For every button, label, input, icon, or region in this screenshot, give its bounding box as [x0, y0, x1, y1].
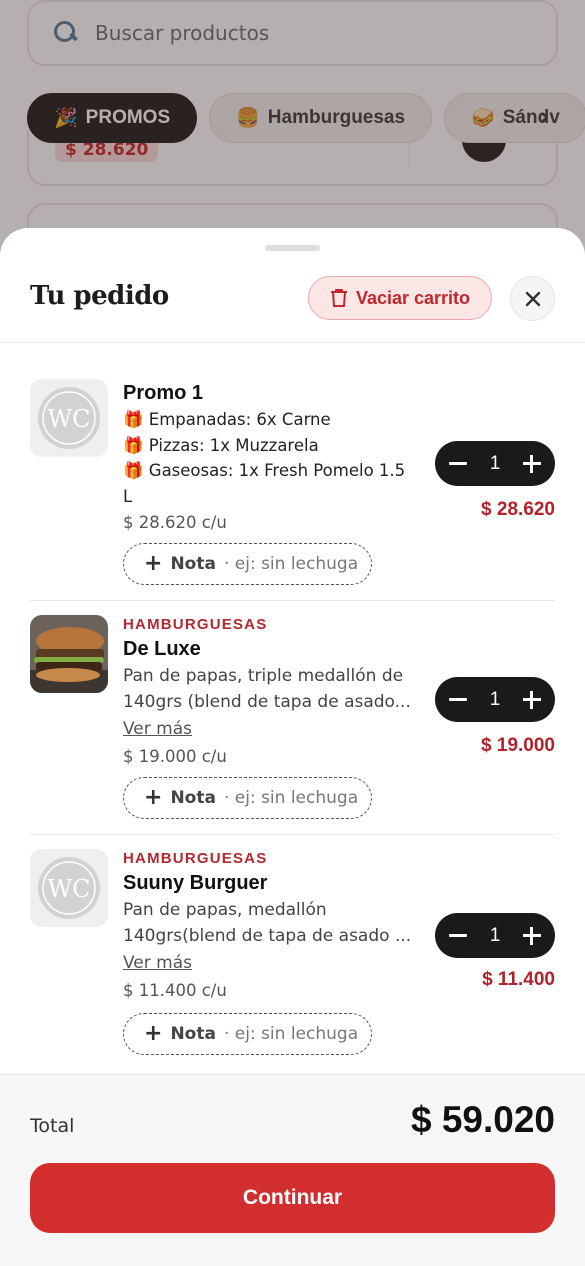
description-line: 140grs (blend de tapa de asado... [123, 692, 411, 712]
plus-icon: + [144, 1021, 163, 1046]
quantity-value: 1 [489, 924, 501, 946]
note-label: Nota [170, 554, 216, 574]
minus-icon[interactable] [449, 698, 467, 701]
item-thumbnail: WC [30, 849, 108, 927]
quantity-value: 1 [489, 688, 501, 710]
plus-icon: + [144, 551, 163, 576]
note-label: Nota [170, 1024, 216, 1044]
item-category: HAMBURGUESAS [123, 850, 268, 867]
trash-icon [330, 289, 347, 307]
item-category: HAMBURGUESAS [123, 616, 268, 633]
item-name: Promo 1 [123, 382, 204, 404]
item-subtotal: $ 11.400 [482, 969, 555, 990]
svg-text:WC: WC [47, 875, 90, 903]
see-more-link[interactable]: Ver más [123, 949, 423, 977]
note-hint: · ej: sin lechuga [223, 788, 359, 808]
plus-icon[interactable] [522, 454, 541, 473]
promo-line: 🎁 Pizzas: 1x Muzzarela [123, 435, 319, 455]
svg-text:WC: WC [47, 405, 90, 433]
cart-item: WC Promo 1 🎁 Empanadas: 6x Carne 🎁 Pizza… [30, 343, 555, 601]
drag-handle[interactable] [265, 245, 320, 251]
minus-icon[interactable] [449, 462, 467, 465]
description-line: Pan de papas, triple medallón de [123, 666, 404, 686]
cart-sheet: Tu pedido Vaciar carrito WC Promo 1 🎁 Em… [0, 228, 585, 1266]
note-button[interactable]: + Nota · ej: sin lechuga [123, 777, 372, 819]
promo-line: 🎁 Empanadas: 6x Carne [123, 410, 331, 429]
unit-price: $ 19.000 c/u [123, 747, 227, 766]
item-description: Pan de papas, medallón 140grs(blend de t… [123, 897, 423, 949]
clear-cart-label: Vaciar carrito [355, 287, 471, 308]
continue-button[interactable]: Continuar [30, 1163, 555, 1233]
quantity-stepper: 1 [435, 913, 555, 958]
item-thumbnail [30, 615, 108, 693]
close-button[interactable] [510, 276, 555, 321]
promo-line: L [123, 486, 133, 506]
quantity-value: 1 [489, 452, 501, 474]
note-button[interactable]: + Nota · ej: sin lechuga [123, 1013, 372, 1055]
item-name: Suuny Burguer [123, 872, 268, 894]
promo-line: 🎁 Gaseosas: 1x Fresh Pomelo 1.5 [123, 461, 406, 480]
item-description: Pan de papas, triple medallón de 140grs … [123, 663, 423, 715]
description-line: Pan de papas, medallón [123, 900, 327, 920]
burger-photo [30, 615, 108, 693]
plus-icon: + [144, 785, 163, 810]
item-thumbnail: WC [30, 379, 108, 457]
item-info: HAMBURGUESAS De Luxe Pan de papas, tripl… [123, 615, 423, 771]
item-subtotal: $ 28.620 [481, 499, 555, 520]
clear-cart-button[interactable]: Vaciar carrito [308, 276, 492, 320]
see-more-link[interactable]: Ver más [123, 715, 423, 743]
note-hint: · ej: sin lechuga [223, 1024, 359, 1044]
cart-footer: Total $ 59.020 Continuar [0, 1074, 585, 1266]
note-hint: · ej: sin lechuga [223, 554, 359, 574]
sheet-title: Tu pedido [30, 281, 169, 311]
total-label: Total [30, 1115, 75, 1137]
minus-icon[interactable] [449, 934, 467, 937]
note-button[interactable]: + Nota · ej: sin lechuga [123, 543, 372, 585]
item-info: HAMBURGUESAS Suuny Burguer Pan de papas,… [123, 849, 423, 1005]
plus-icon[interactable] [522, 926, 541, 945]
cart-item: HAMBURGUESAS De Luxe Pan de papas, tripl… [30, 601, 555, 835]
cart-item: WC HAMBURGUESAS Suuny Burguer Pan de pap… [30, 835, 555, 1075]
item-name: De Luxe [123, 638, 201, 660]
brand-logo: WC [38, 387, 100, 449]
unit-price: $ 28.620 c/u [123, 513, 227, 532]
close-icon [525, 291, 540, 306]
plus-icon[interactable] [522, 690, 541, 709]
item-info: Promo 1 🎁 Empanadas: 6x Carne 🎁 Pizzas: … [123, 379, 423, 537]
description-line: 140grs(blend de tapa de asado ... [123, 926, 412, 946]
cart-items: WC Promo 1 🎁 Empanadas: 6x Carne 🎁 Pizza… [0, 343, 585, 1075]
note-label: Nota [170, 788, 216, 808]
total-value: $ 59.020 [410, 1099, 555, 1140]
quantity-stepper: 1 [435, 441, 555, 486]
quantity-stepper: 1 [435, 677, 555, 722]
item-subtotal: $ 19.000 [481, 735, 555, 756]
brand-logo: WC [38, 857, 100, 919]
unit-price: $ 11.400 c/u [123, 981, 227, 1000]
